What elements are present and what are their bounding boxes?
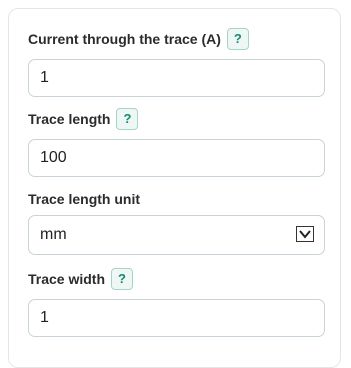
trace-width-field: Trace width ? 1: [28, 267, 325, 337]
calculator-panel: Current through the trace (A) ? 1 Trace …: [8, 8, 341, 368]
trace-length-field: Trace length ? 100: [28, 107, 325, 177]
trace-length-unit-field: Trace length unit mm: [28, 187, 325, 255]
trace-length-input[interactable]: 100: [28, 139, 325, 177]
trace-length-label-row: Trace length ?: [28, 107, 325, 131]
current-input[interactable]: 1: [28, 59, 325, 97]
trace-length-unit-value: mm: [40, 226, 67, 243]
current-help-icon[interactable]: ?: [226, 28, 249, 50]
trace-width-label: Trace width: [28, 271, 106, 287]
trace-width-input[interactable]: 1: [28, 299, 325, 337]
current-label-row: Current through the trace (A) ?: [28, 27, 325, 51]
trace-length-help-icon[interactable]: ?: [116, 108, 139, 130]
trace-width-help-icon[interactable]: ?: [111, 268, 134, 290]
trace-length-label: Trace length: [28, 111, 111, 127]
trace-length-unit-select[interactable]: mm: [28, 215, 325, 255]
trace-length-unit-label-row: Trace length unit: [28, 187, 325, 211]
current-label: Current through the trace (A): [28, 31, 221, 47]
trace-width-label-row: Trace width ?: [28, 267, 325, 291]
chevron-down-icon[interactable]: [296, 226, 314, 242]
current-field: Current through the trace (A) ? 1: [28, 27, 325, 97]
trace-length-unit-label: Trace length unit: [28, 191, 141, 207]
